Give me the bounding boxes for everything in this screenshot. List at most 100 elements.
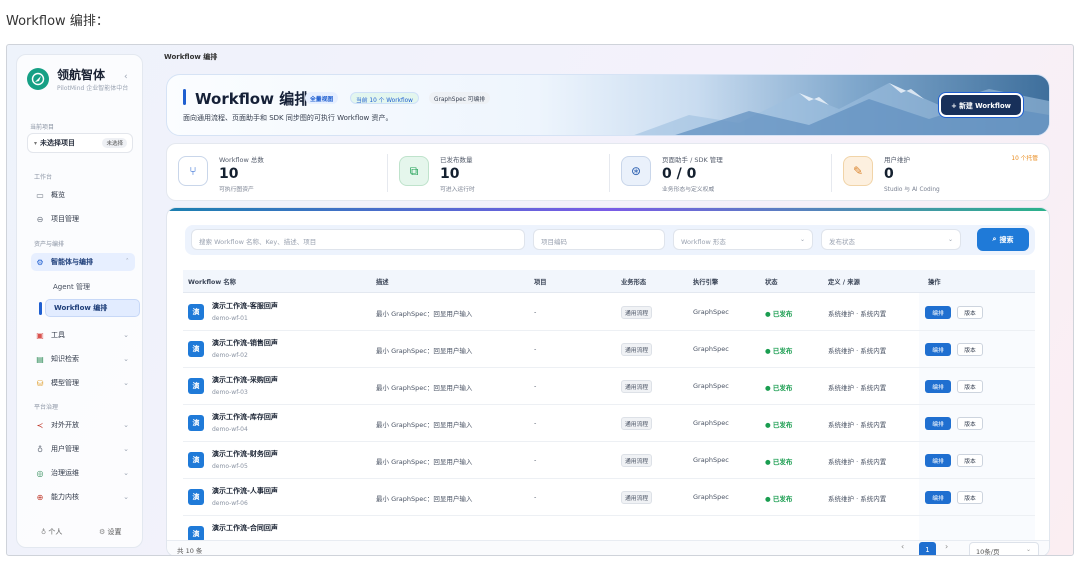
database-icon: ⛁ <box>36 378 44 388</box>
globe-icon: ⊕ <box>36 492 44 502</box>
prev-page-icon[interactable]: ‹ <box>901 542 904 551</box>
sidebar-footer: ♁ 个人 ⚙ 设置 <box>27 521 133 543</box>
chevron-left-icon[interactable]: ‹ <box>124 72 128 82</box>
execution-engine: GraphSpec <box>693 456 729 464</box>
section-label-governance: 平台治理 <box>34 404 59 411</box>
sidebar-item-open-api[interactable]: ≺ 对外开放 ⌄ <box>31 416 135 434</box>
total-count: 共 10 条 <box>177 547 203 555</box>
sidebar-item-tools[interactable]: ▣ 工具 ⌄ <box>31 326 135 344</box>
table-row[interactable]: 演 演示工作流-采购回声 demo-wf-03 最小 GraphSpec：回显用… <box>183 368 1035 405</box>
sidebar-item-models[interactable]: ⛁ 模型管理 ⌄ <box>31 374 135 392</box>
definition-source: 系统维护 · 系统内置 <box>828 495 887 503</box>
compass-icon: ◎ <box>36 468 44 478</box>
table-row[interactable]: 演 演示工作流-客服回声 demo-wf-01 最小 GraphSpec：回显用… <box>183 294 1035 331</box>
search-input[interactable]: 搜索 Workflow 名称、Key、描述、项目 <box>191 229 525 250</box>
workflow-name[interactable]: 演示工作流-采购回声 <box>212 375 278 385</box>
orchestrate-button[interactable]: 编排 <box>925 491 951 504</box>
table-row[interactable]: 演 演示工作流-人事回声 demo-wf-06 最小 GraphSpec：回显用… <box>183 479 1035 516</box>
workflow-project: - <box>534 419 537 427</box>
workflow-key: demo-wf-06 <box>212 500 248 507</box>
workflow-project: - <box>534 308 537 316</box>
title-accent-bar <box>183 89 186 105</box>
personal-link[interactable]: ♁ 个人 <box>41 527 62 537</box>
orchestrate-button[interactable]: 编排 <box>925 454 951 467</box>
sidebar-item-label: 模型管理 <box>51 379 79 387</box>
table-row[interactable]: 演 演示工作流-合同回声 <box>183 516 1035 540</box>
active-indicator <box>39 302 42 315</box>
page-subtitle: 面向通用流程、页面助手和 SDK 同步图的可执行 Workflow 资产。 <box>183 114 393 122</box>
status-badge: ● 已发布 <box>765 347 793 355</box>
version-button[interactable]: 版本 <box>957 306 983 319</box>
version-button[interactable]: 版本 <box>957 491 983 504</box>
table-row[interactable]: 演 演示工作流-财务回声 demo-wf-05 最小 GraphSpec：回显用… <box>183 442 1035 479</box>
workflow-key: demo-wf-02 <box>212 352 248 359</box>
sidebar-item-users[interactable]: ♁ 用户管理 ⌄ <box>31 440 135 458</box>
search-button[interactable]: ⌕ 搜索 <box>977 228 1029 251</box>
column-header: 业务形态 <box>621 279 647 286</box>
workflow-description: 最小 GraphSpec：回显用户输入 <box>376 384 473 392</box>
workflow-name[interactable]: 演示工作流-人事回声 <box>212 486 278 496</box>
workflow-name[interactable]: 演示工作流-库存回声 <box>212 412 278 422</box>
column-header: 状态 <box>765 279 778 286</box>
workflow-project: - <box>534 345 537 353</box>
sidebar-item-kernel[interactable]: ⊕ 能力内核 ⌄ <box>31 488 135 506</box>
business-form-tag: 通用流程 <box>621 343 653 356</box>
workflow-name[interactable]: 演示工作流-合同回声 <box>212 523 278 533</box>
sidebar-subitem-workflow[interactable]: Workflow 编排 <box>45 299 140 317</box>
workflow-form-placeholder: Workflow 形态 <box>681 238 726 246</box>
workflow-project: - <box>534 493 537 501</box>
settings-link[interactable]: ⚙ 设置 <box>99 527 122 537</box>
sidebar-item-knowledge[interactable]: ▤ 知识检索 ⌄ <box>31 350 135 368</box>
sidebar-item-overview[interactable]: ▭ 概览 <box>31 186 135 204</box>
page-title: Workflow 编排 <box>195 90 310 108</box>
brand-subtitle: PilotMind 企业智能体中台 <box>57 85 129 92</box>
next-page-icon[interactable]: › <box>945 542 948 551</box>
version-button[interactable]: 版本 <box>957 343 983 356</box>
gear-icon: ⚙ <box>36 257 44 267</box>
stat-page-assistant: ⊛ 页面助手 / SDK 管理 0 / 0 业务形态与定义权威 <box>610 144 830 202</box>
workflow-project: - <box>534 456 537 464</box>
workflow-name[interactable]: 演示工作流-客服回声 <box>212 301 278 311</box>
stat-sub: 可进入运行时 <box>440 187 475 193</box>
sidebar-item-agents-orchestration[interactable]: ⚙ 智能体与编排 ˆ <box>31 253 135 271</box>
definition-source: 系统维护 · 系统内置 <box>828 384 887 392</box>
filter-bar: 搜索 Workflow 名称、Key、描述、项目 项目编码 Workflow 形… <box>185 225 1035 255</box>
table-footer: 共 10 条 ‹ 1 › 10条/页 ⌄ <box>167 540 1049 556</box>
page-size-select[interactable]: 10条/页 ⌄ <box>969 542 1039 556</box>
new-workflow-button[interactable]: + 新建 Workflow <box>939 93 1023 117</box>
chevron-down-icon: ⌄ <box>123 379 129 387</box>
workflow-name[interactable]: 演示工作流-销售回声 <box>212 338 278 348</box>
version-button[interactable]: 版本 <box>957 454 983 467</box>
version-button[interactable]: 版本 <box>957 380 983 393</box>
workflow-icon: 演 <box>188 415 204 431</box>
sidebar-subitem-agent[interactable]: Agent 管理 <box>45 278 140 296</box>
version-button[interactable]: 版本 <box>957 417 983 430</box>
stat-label: Workflow 总数 <box>219 156 264 164</box>
orchestrate-button[interactable]: 编排 <box>925 380 951 393</box>
sidebar-item-projects[interactable]: ⊖ 项目管理 <box>31 210 135 228</box>
table-row[interactable]: 演 演示工作流-销售回声 demo-wf-02 最小 GraphSpec：回显用… <box>183 331 1035 368</box>
workflow-description: 最小 GraphSpec：回显用户输入 <box>376 458 473 466</box>
table-row[interactable]: 演 演示工作流-库存回声 demo-wf-04 最小 GraphSpec：回显用… <box>183 405 1035 442</box>
link-icon: ⊖ <box>36 214 44 224</box>
project-selector[interactable]: ▾ 未选择项目 未选择 <box>27 133 133 153</box>
workflow-project: - <box>534 382 537 390</box>
workflow-form-select[interactable]: Workflow 形态 ⌄ <box>673 229 813 250</box>
sidebar-item-ops[interactable]: ◎ 治理运维 ⌄ <box>31 464 135 482</box>
workflow-key: demo-wf-01 <box>212 315 248 322</box>
execution-engine: GraphSpec <box>693 382 729 390</box>
workflow-icon: 演 <box>188 378 204 394</box>
page-size-value: 10条/页 <box>976 548 1000 556</box>
workflow-name[interactable]: 演示工作流-财务回声 <box>212 449 278 459</box>
sidebar-item-label: 智能体与编排 <box>51 258 93 266</box>
chevron-down-icon: ⌄ <box>123 445 129 453</box>
project-code-input[interactable]: 项目编码 <box>533 229 665 250</box>
column-header: Workflow 名称 <box>188 279 236 286</box>
publish-status-select[interactable]: 发布状态 ⌄ <box>821 229 961 250</box>
page-number[interactable]: 1 <box>919 542 936 555</box>
orchestrate-button[interactable]: 编排 <box>925 306 951 319</box>
stat-value: 10 <box>219 166 239 182</box>
orchestrate-button[interactable]: 编排 <box>925 417 951 430</box>
section-label-workbench: 工作台 <box>34 174 53 181</box>
orchestrate-button[interactable]: 编排 <box>925 343 951 356</box>
